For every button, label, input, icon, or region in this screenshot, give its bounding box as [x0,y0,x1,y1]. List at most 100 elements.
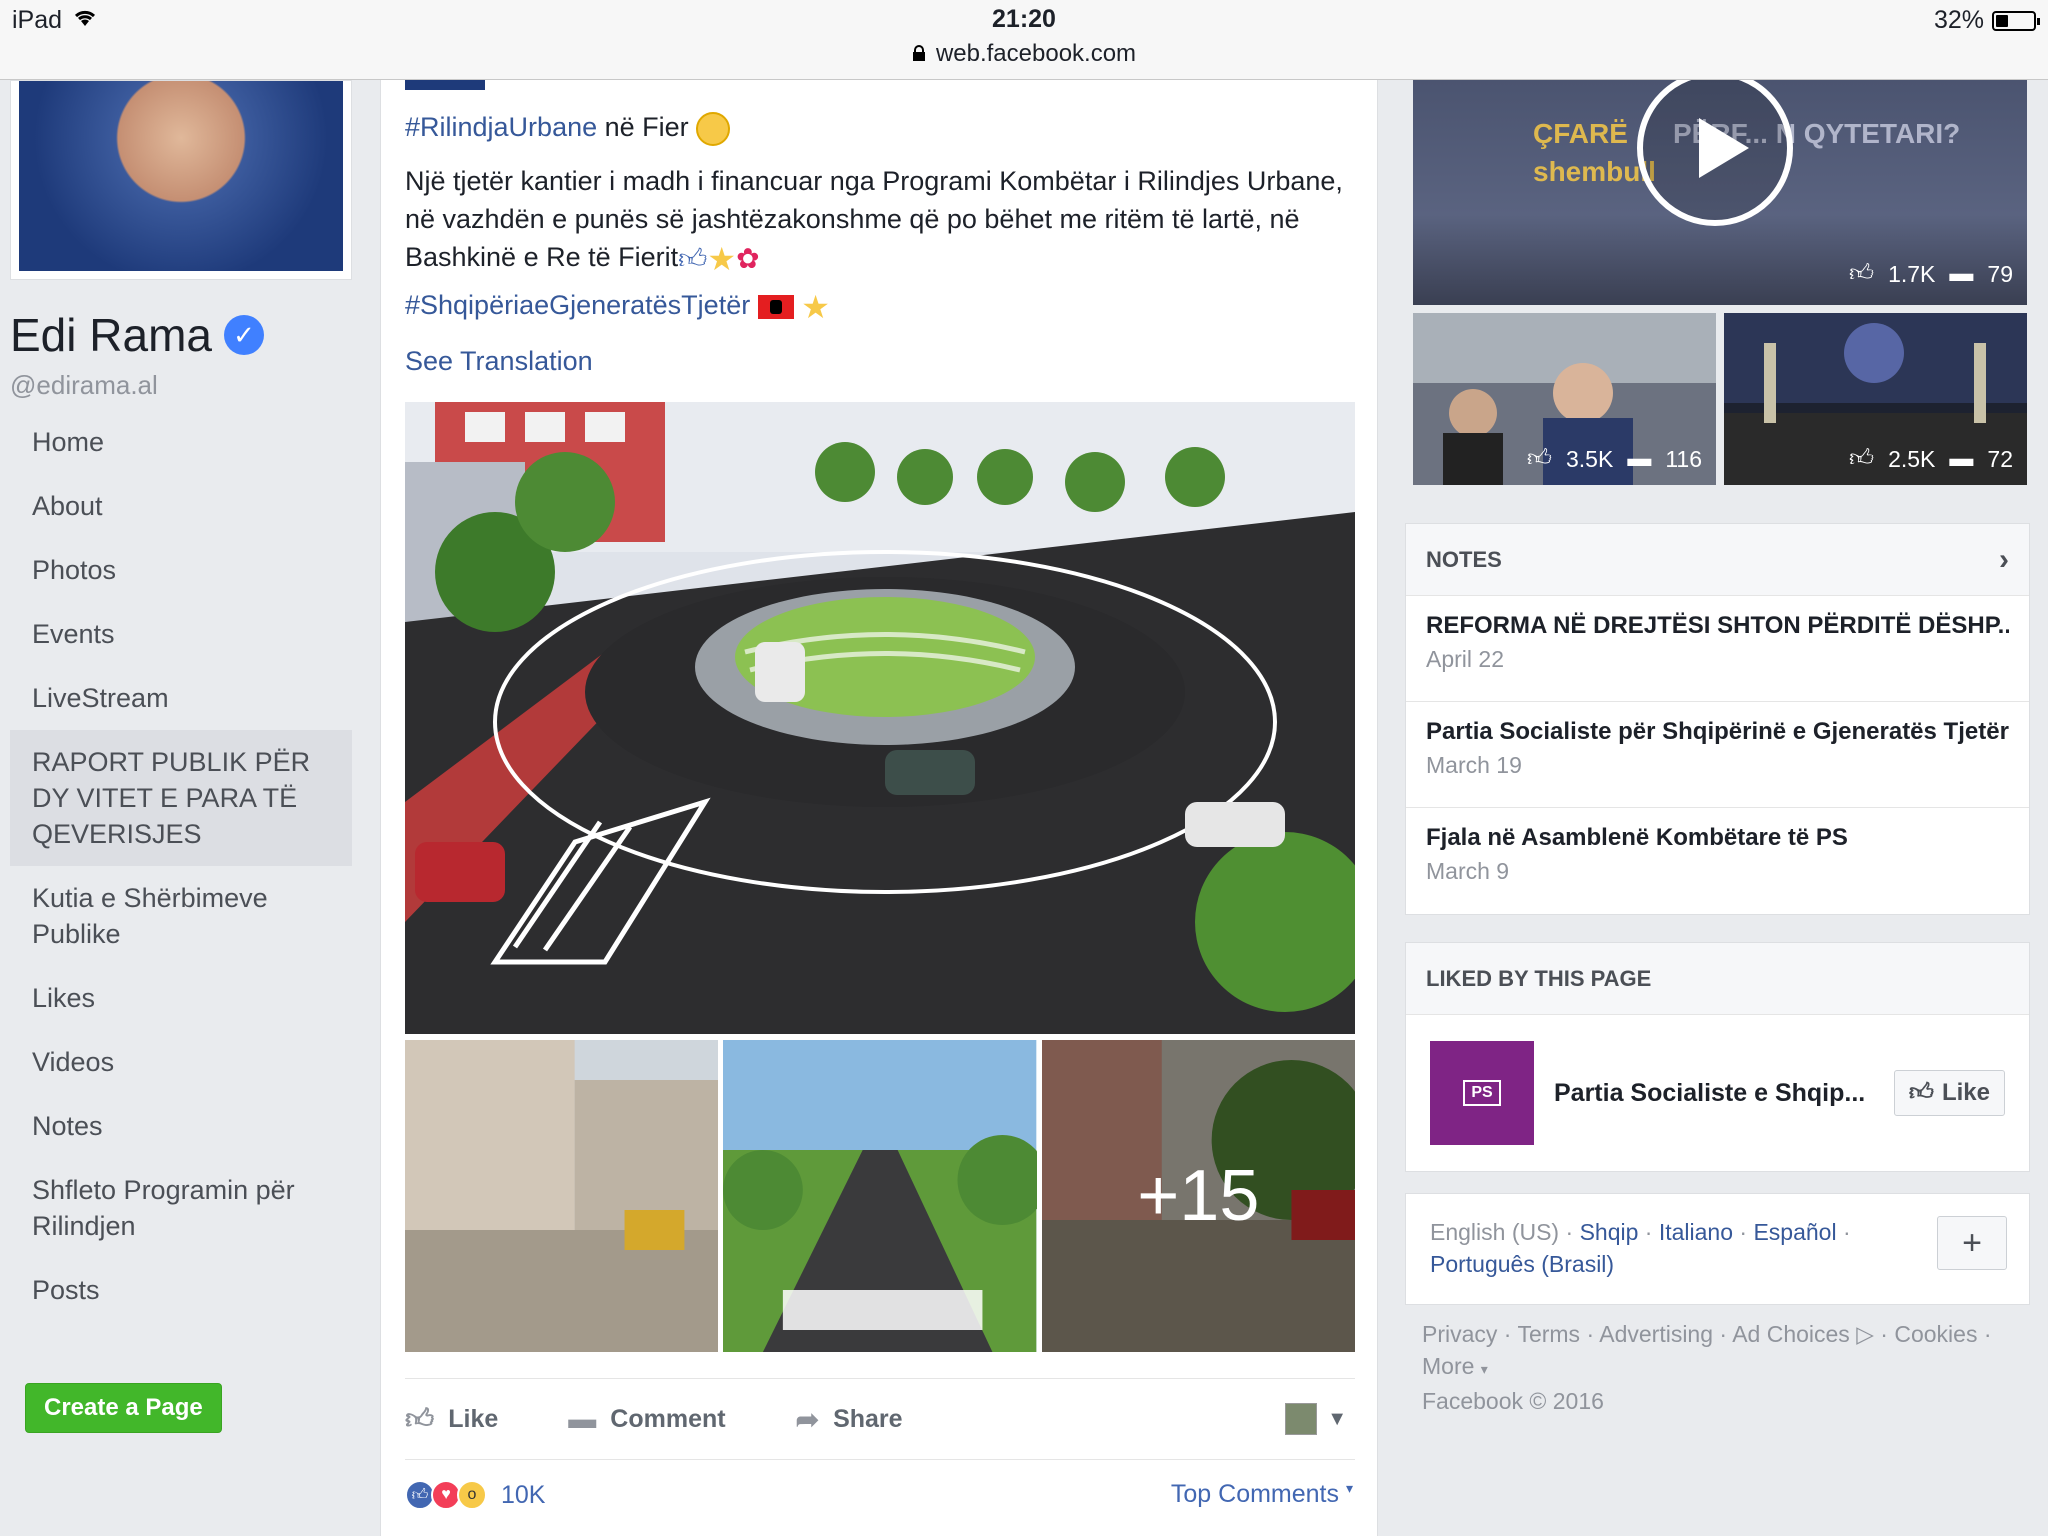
advertising-link[interactable]: Advertising [1599,1321,1713,1347]
thumbs-up-icon: 👍︎ [1848,260,1875,287]
more-link[interactable]: More [1422,1353,1474,1379]
address-bar[interactable]: web.facebook.com [0,40,2048,68]
chevron-right-icon[interactable]: › [1999,543,2009,577]
comment-button[interactable]: ▬ Comment [568,1403,725,1435]
star-emoji-icon-2: ★ [801,288,830,325]
share-label: Share [833,1404,903,1433]
hashtag-rilindja-urbane[interactable]: #RilindjaUrbane [405,112,597,142]
language-link-italiano[interactable]: Italiano [1659,1219,1733,1245]
url-text: web.facebook.com [935,40,1137,67]
hashtag-shqiperia[interactable]: #ShqipëriaeGjeneratësTjetër [405,290,750,320]
battery-icon [1992,10,2040,31]
page-name[interactable]: Edi Rama [10,308,212,362]
post-as-selector[interactable]: ▼ [1285,1403,1347,1435]
thumbs-up-emoji-icon: 👍︎ [678,242,708,274]
battery-percent: 32% [1933,6,1984,34]
roundabout-render [405,402,1355,1034]
create-page-button[interactable]: Create a Page [25,1383,222,1433]
caret-down-icon: ▾ [1480,1361,1488,1377]
ad-choices-link[interactable]: Ad Choices [1732,1321,1850,1347]
nav-item-videos[interactable]: Videos [10,1030,352,1094]
language-link-shqip[interactable]: Shqip [1580,1219,1639,1245]
post-photo-street-site[interactable]: +15 [1041,1040,1355,1352]
note-date: March 19 [1426,752,1522,778]
more-photos-overlay[interactable]: +15 [1041,1040,1355,1352]
share-button[interactable]: ➦ Share [796,1403,903,1436]
liked-page-name[interactable]: Partia Socialiste e Shqip... [1554,1079,1894,1108]
footer-links: Privacy · Terms · Advertising · Ad Choic… [1422,1321,1992,1414]
post-main-photo[interactable] [405,402,1355,1034]
video-thumbnail-left[interactable]: 👍︎ 3.5K ▬ 116 [1413,313,1716,485]
comment-icon: ▬ [568,1403,597,1434]
post-actions-bar: 👍︎ Like ▬ Comment ➦ Share ▼ [405,1378,1355,1460]
nav-item-photos[interactable]: Photos [10,538,352,602]
note-item[interactable]: REFORMA NË DREJTËSI SHTON PËRDITË DËSHP.… [1406,596,2029,702]
caret-down-icon: ▾ [1345,1480,1353,1496]
cookies-link[interactable]: Cookies [1894,1321,1977,1347]
reaction-count: 10K [501,1480,546,1509]
comment-icon: ▬ [1627,445,1652,472]
post-photo-grid: +15 [405,1040,1355,1352]
post-line-1-text: në Fier [597,112,689,142]
video-thumbnail-main[interactable]: ÇFARË PËRF... N QYTETARI? shembull 👍︎ 1.7… [1413,80,2027,305]
nav-item-home[interactable]: Home [10,410,352,474]
nav-item-raport-publik[interactable]: RAPORT PUBLIK PËR DY VITET E PARA TË QEV… [10,730,352,866]
share-icon: ➦ [795,1403,820,1435]
post-photo-demolition[interactable] [405,1040,719,1352]
privacy-link[interactable]: Privacy [1422,1321,1497,1347]
video-thumbnail-right[interactable]: 👍︎ 2.5K ▬ 72 [1724,313,2027,485]
nav-item-livestream[interactable]: LiveStream [10,666,352,730]
nav-item-likes[interactable]: Likes [10,966,352,1030]
albania-flag-icon [757,294,794,319]
language-link-espanol[interactable]: Español [1753,1219,1836,1245]
ad-choices-icon: ▷ [1856,1321,1874,1347]
post-card: #RilindjaUrbane në Fier Një tjetër kanti… [380,80,1378,1536]
notes-header[interactable]: NOTES › [1406,524,2029,596]
video-comments: 79 [1987,260,2013,287]
partia-socialiste-logo[interactable]: PS [1430,1041,1534,1145]
left-column: Edi Rama ✓ @edirama.al Home About Photos… [0,80,370,1536]
top-comments-dropdown[interactable]: Top Comments ▾ [1171,1480,1353,1509]
play-icon[interactable] [1637,80,1793,226]
post-body: Një tjetër kantier i madh i financuar ng… [405,162,1355,278]
more-languages-button[interactable]: + [1937,1216,2007,1270]
ps-logo-text: PS [1463,1080,1501,1106]
verified-badge-icon: ✓ [223,315,264,355]
video-likes: 1.7K [1888,260,1936,287]
video-right-likes: 2.5K [1888,445,1936,472]
note-date: April 22 [1426,646,1504,672]
note-item[interactable]: Fjala në Asamblenë Kombëtare të PS March … [1406,808,2029,914]
copyright: Facebook © 2016 [1422,1388,1604,1414]
page-handle: @edirama.al [10,370,158,400]
comment-icon: ▬ [1949,260,1974,287]
author-avatar-fragment [405,80,485,90]
battery-level [1996,14,2008,27]
post-photo-street-render[interactable] [723,1040,1037,1352]
page-nav: Home About Photos Events LiveStream RAPO… [10,410,352,1322]
comment-icon: ▬ [1949,445,1974,472]
lock-icon [912,40,926,68]
nav-item-posts[interactable]: Posts [10,1258,352,1322]
like-button[interactable]: 👍︎ Like [405,1402,498,1436]
nav-item-shfleto-programin[interactable]: Shfleto Programin për Rilindjen [10,1158,352,1258]
nav-item-about[interactable]: About [10,474,352,538]
like-page-button[interactable]: 👍︎ Like [1893,1070,2005,1116]
liked-header: LIKED BY THIS PAGE [1406,943,2029,1015]
see-translation-link[interactable]: See Translation [405,342,593,380]
profile-picture[interactable] [10,80,352,280]
post-body-text: Një tjetër kantier i madh i financuar ng… [405,166,1343,272]
terms-link[interactable]: Terms [1517,1321,1580,1347]
thumbs-up-icon: 👍︎ [405,1403,435,1434]
profile-photo [19,81,343,271]
like-page-label: Like [1941,1079,1990,1106]
note-item[interactable]: Partia Socialiste për Shqipërinë e Gjene… [1406,702,2029,808]
thumbs-up-icon: 👍︎ [1526,445,1552,472]
grinning-emoji-icon [696,111,731,146]
nav-item-kutia-e-sherbimeve[interactable]: Kutia e Shërbimeve Publike [10,866,352,966]
chevron-down-icon: ▼ [1327,1407,1347,1430]
note-title: Fjala në Asamblenë Kombëtare të PS [1426,824,1848,851]
nav-item-events[interactable]: Events [10,602,352,666]
nav-item-notes[interactable]: Notes [10,1094,352,1158]
notes-card: NOTES › REFORMA NË DREJTËSI SHTON PËRDITË… [1405,523,2030,915]
language-link-portugues[interactable]: Português (Brasil) [1430,1251,1614,1277]
